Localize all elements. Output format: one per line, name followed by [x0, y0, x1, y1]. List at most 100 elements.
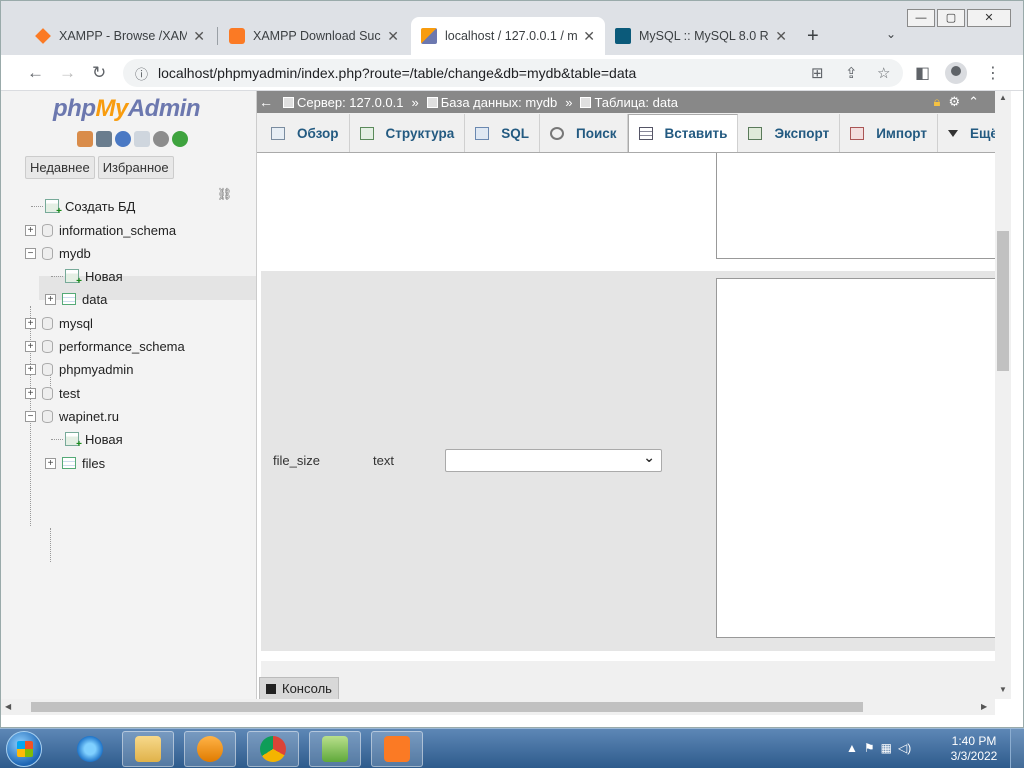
tree-item-mydb[interactable]: − mydb: [25, 242, 91, 264]
scroll-down-arrow[interactable]: ▼: [999, 685, 1007, 694]
scroll-left-arrow[interactable]: ◀: [5, 702, 11, 711]
taskbar-clock[interactable]: 1:40 PM 3/3/2022: [946, 734, 1002, 764]
next-field-row: [261, 661, 995, 699]
logout-icon[interactable]: [96, 131, 112, 147]
volume-icon[interactable]: ◁): [898, 741, 911, 755]
horizontal-scroll-thumb[interactable]: [31, 702, 863, 712]
close-icon[interactable]: ✕: [583, 28, 595, 45]
tab-sql[interactable]: SQL: [465, 114, 541, 152]
recent-button[interactable]: Недавнее: [25, 156, 95, 179]
console-toggle[interactable]: Консоль: [259, 677, 339, 699]
tree-item-data[interactable]: + data: [45, 288, 107, 310]
scroll-right-arrow[interactable]: ▶: [981, 702, 987, 711]
address-bar[interactable]: ⓘ localhost/phpmyadmin/index.php?route=/…: [123, 59, 903, 87]
show-hidden-icons-icon[interactable]: ▲: [846, 741, 858, 755]
tree-item-new-table-wapinet[interactable]: Новая: [51, 428, 123, 450]
collapse-minus-icon[interactable]: −: [25, 410, 36, 422]
function-select[interactable]: [445, 449, 662, 472]
expand-plus-icon[interactable]: +: [45, 293, 56, 305]
tab-phpmyadmin[interactable]: localhost / 127.0.0.1 / mydb ✕: [411, 17, 605, 55]
collapse-minus-icon[interactable]: −: [25, 247, 36, 259]
scroll-up-arrow[interactable]: ▲: [999, 93, 1007, 102]
gear-icon[interactable]: ⚙: [948, 94, 960, 110]
side-panel-icon[interactable]: ◧: [915, 63, 930, 83]
vertical-scrollbar[interactable]: ▲ ▼: [995, 91, 1011, 699]
favorites-button[interactable]: Избранное: [97, 156, 174, 179]
action-center-icon[interactable]: ⚑: [864, 741, 875, 755]
tab-xampp-download[interactable]: XAMPP Download Success ✕: [219, 17, 409, 55]
tree-item-files[interactable]: + files: [45, 452, 105, 474]
phpmyadmin-logo[interactable]: phpMyAdmin: [53, 95, 201, 123]
taskbar-explorer[interactable]: [122, 731, 174, 767]
tab-xampp-browse[interactable]: XAMPP - Browse /XAMPP ✕: [25, 17, 215, 55]
tab-structure[interactable]: Структура: [350, 114, 466, 152]
lock-icon[interactable]: 🔒︎: [934, 94, 941, 110]
forward-icon[interactable]: →: [59, 63, 76, 83]
expand-plus-icon[interactable]: +: [45, 457, 56, 469]
reload-nav-icon[interactable]: [172, 131, 188, 147]
tree-item-new-table-mydb[interactable]: Новая: [51, 265, 123, 287]
tab-more[interactable]: Ещё: [938, 114, 995, 152]
tree-item-mysql[interactable]: + mysql: [25, 312, 93, 334]
tree-item-performance-schema[interactable]: + performance_schema: [25, 335, 185, 357]
profile-avatar-icon[interactable]: [945, 62, 967, 84]
tab-export[interactable]: Экспорт: [738, 114, 841, 152]
clock-date: 3/3/2022: [950, 749, 998, 763]
taskbar-media-player[interactable]: [184, 731, 236, 767]
window-controls: — ▢ ✕: [907, 9, 1011, 27]
tree-item-test[interactable]: + test: [25, 382, 80, 404]
maximize-button[interactable]: ▢: [937, 9, 965, 27]
expand-plus-icon[interactable]: +: [25, 363, 36, 375]
share-icon[interactable]: ⇪: [845, 64, 858, 82]
close-window-button[interactable]: ✕: [967, 9, 1011, 27]
site-info-icon[interactable]: ⓘ: [135, 64, 148, 83]
tab-import[interactable]: Импорт: [840, 114, 938, 152]
vertical-scroll-thumb[interactable]: [997, 231, 1009, 371]
close-icon[interactable]: ✕: [775, 28, 787, 45]
network-icon[interactable]: ▦: [881, 741, 892, 755]
link-chain-icon[interactable]: ⛓: [217, 187, 232, 201]
tab-search[interactable]: Поиск: [540, 114, 628, 152]
taskbar-chrome[interactable]: [247, 731, 299, 767]
show-desktop-button[interactable]: [1010, 729, 1024, 768]
breadcrumb-database[interactable]: База данных: mydb: [441, 95, 557, 110]
reload-icon[interactable]: ↻: [92, 63, 106, 83]
new-tab-button[interactable]: +: [807, 25, 819, 48]
translate-icon[interactable]: ⊞: [811, 64, 824, 82]
collapse-icon[interactable]: ⌃: [968, 94, 979, 110]
logo-my: My: [95, 95, 128, 122]
field-name: file_size: [273, 453, 320, 468]
tree-item-create-db[interactable]: Создать БД: [31, 195, 135, 217]
minimize-button[interactable]: —: [907, 9, 935, 27]
value-textarea[interactable]: [716, 278, 995, 638]
taskbar-internet-explorer[interactable]: [64, 731, 116, 767]
close-icon[interactable]: ✕: [193, 28, 205, 45]
back-icon[interactable]: ←: [27, 63, 44, 83]
gear-icon[interactable]: [153, 131, 169, 147]
start-button[interactable]: [6, 731, 42, 767]
breadcrumb-table[interactable]: Таблица: data: [594, 95, 678, 110]
tree-item-information-schema[interactable]: + information_schema: [25, 219, 176, 241]
collapse-nav-arrow[interactable]: ←: [259, 94, 273, 110]
taskbar-xampp[interactable]: [371, 731, 423, 767]
tab-mysql-reference[interactable]: MySQL :: MySQL 8.0 Reference ✕: [605, 17, 797, 55]
previous-value-textarea[interactable]: [716, 153, 995, 259]
tab-search-button[interactable]: ⌄: [886, 27, 896, 41]
docs-icon[interactable]: [134, 131, 150, 147]
expand-plus-icon[interactable]: +: [25, 317, 36, 329]
breadcrumb-server[interactable]: Сервер: 127.0.0.1: [297, 95, 404, 110]
horizontal-scrollbar[interactable]: ◀ ▶: [1, 699, 995, 715]
expand-plus-icon[interactable]: +: [25, 224, 36, 236]
help-icon[interactable]: [115, 131, 131, 147]
menu-dots-icon[interactable]: ⋮: [985, 63, 1001, 83]
tree-item-phpmyadmin[interactable]: + phpmyadmin: [25, 358, 133, 380]
expand-plus-icon[interactable]: +: [25, 387, 36, 399]
taskbar-notepad-plus[interactable]: [309, 731, 361, 767]
close-icon[interactable]: ✕: [387, 28, 399, 45]
expand-plus-icon[interactable]: +: [25, 340, 36, 352]
home-icon[interactable]: [77, 131, 93, 147]
tree-item-wapinet[interactable]: − wapinet.ru: [25, 405, 119, 427]
tab-browse[interactable]: Обзор: [261, 114, 350, 152]
bookmark-star-icon[interactable]: ☆: [877, 64, 890, 82]
tab-insert[interactable]: Вставить: [627, 114, 739, 152]
